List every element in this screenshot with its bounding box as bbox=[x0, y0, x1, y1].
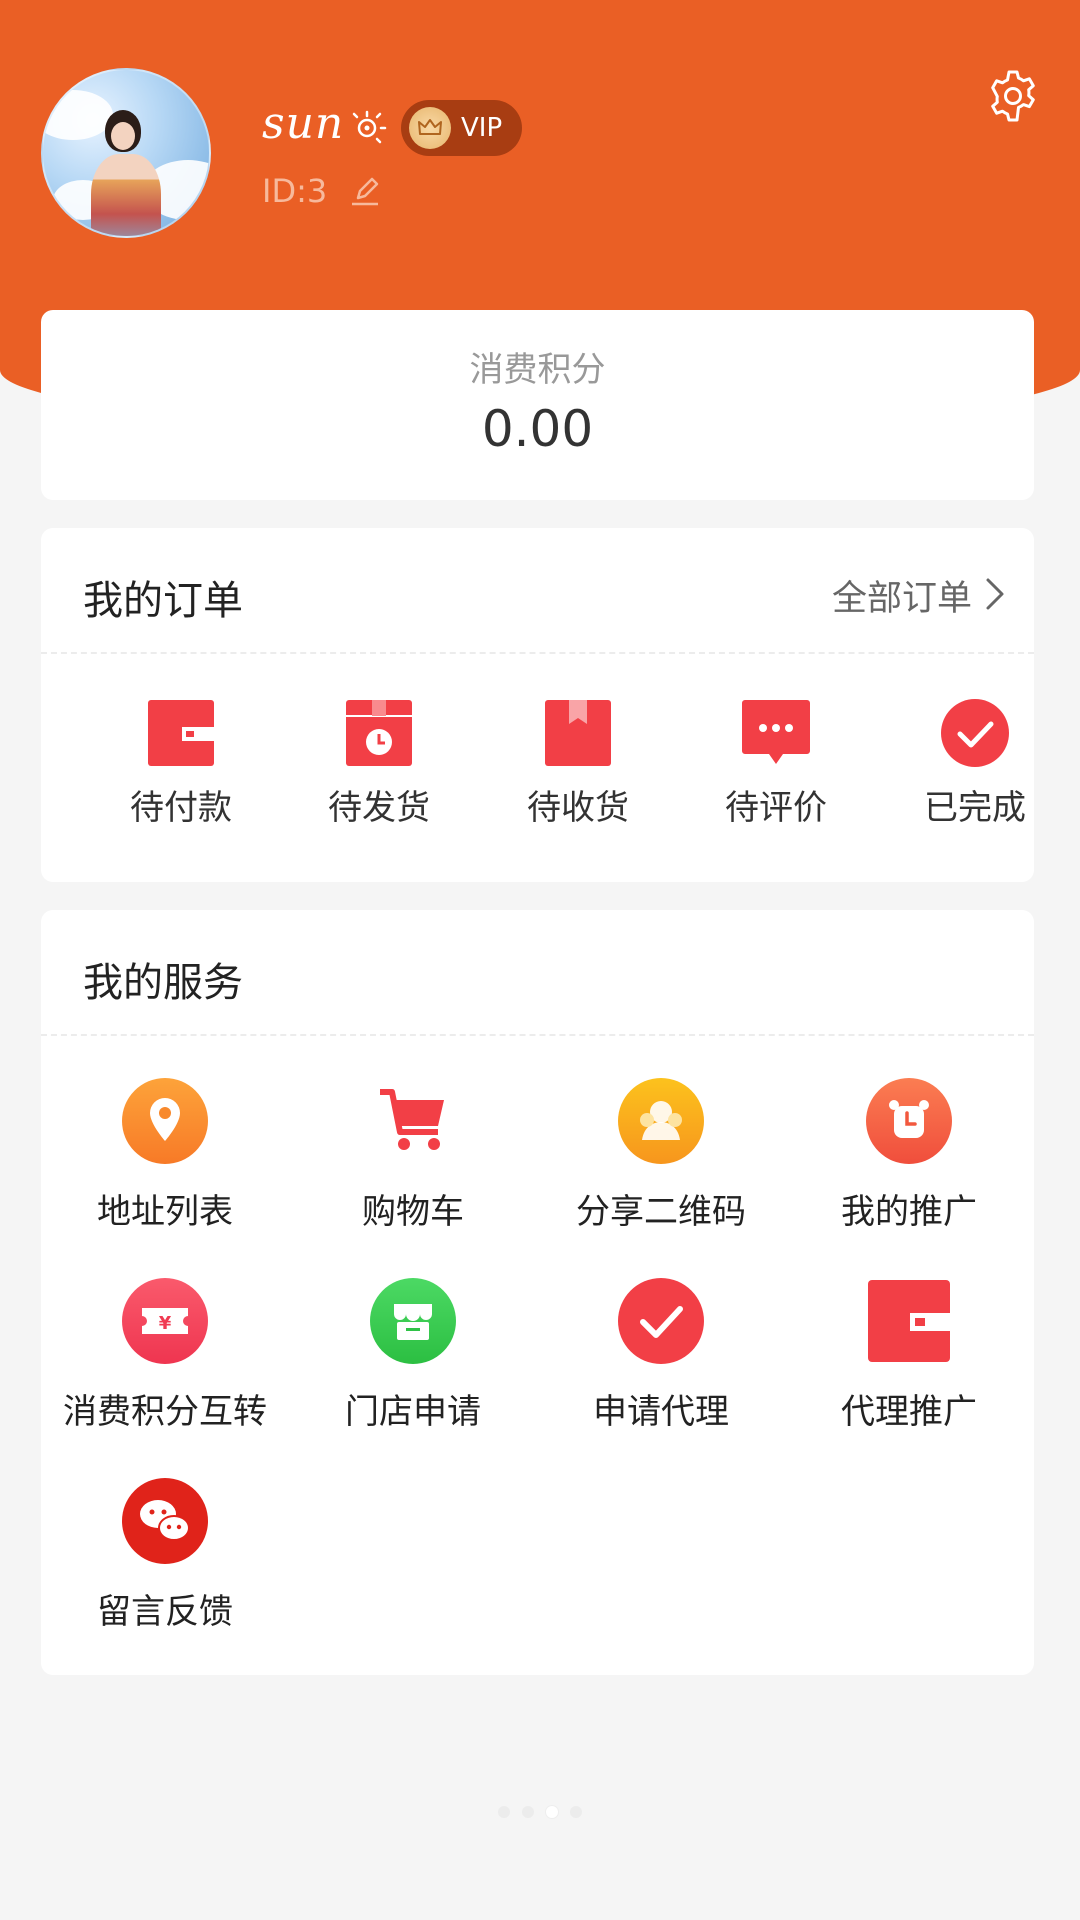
service-label: 门店申请 bbox=[345, 1392, 481, 1432]
service-points-transfer[interactable]: ¥ 消费积分互转 bbox=[41, 1278, 289, 1433]
page-indicator bbox=[0, 1806, 1080, 1818]
divider bbox=[41, 652, 1034, 654]
all-orders-link[interactable]: 全部订单 bbox=[832, 570, 972, 621]
yuan-ticket-icon: ¥ bbox=[122, 1278, 208, 1364]
crown-icon bbox=[409, 107, 451, 149]
orders-title: 我的订单 bbox=[83, 578, 243, 624]
page-dot bbox=[570, 1806, 582, 1818]
wallet-icon bbox=[148, 700, 214, 766]
service-agent-promotion[interactable]: 代理推广 bbox=[785, 1278, 1033, 1433]
order-item-unpaid[interactable]: 待付款 bbox=[101, 698, 261, 829]
service-label: 地址列表 bbox=[97, 1192, 233, 1232]
chevron-right-icon[interactable] bbox=[980, 576, 1008, 612]
points-card[interactable]: 消费积分 0.00 bbox=[41, 310, 1034, 500]
service-shopping-cart[interactable]: 购物车 bbox=[289, 1078, 537, 1233]
service-label: 分享二维码 bbox=[576, 1192, 746, 1232]
service-my-promotion[interactable]: 我的推广 bbox=[785, 1078, 1033, 1233]
edit-icon[interactable] bbox=[348, 174, 382, 208]
alarm-clock-icon bbox=[866, 1078, 952, 1164]
vip-label: VIP bbox=[461, 113, 503, 143]
location-pin-icon bbox=[122, 1078, 208, 1164]
shopping-cart-icon bbox=[380, 1089, 444, 1150]
chat-bubble-icon bbox=[742, 700, 810, 764]
username: sun bbox=[262, 98, 345, 149]
order-item-label: 已完成 bbox=[924, 788, 1026, 828]
avatar[interactable] bbox=[41, 68, 211, 238]
order-item-label: 待付款 bbox=[130, 788, 232, 828]
order-item-to-review[interactable]: 待评价 bbox=[696, 698, 856, 829]
package-icon bbox=[545, 700, 611, 766]
service-label: 我的推广 bbox=[841, 1192, 977, 1232]
page-dot-active bbox=[546, 1806, 558, 1818]
service-address-list[interactable]: 地址列表 bbox=[41, 1078, 289, 1233]
service-share-qrcode[interactable]: 分享二维码 bbox=[537, 1078, 785, 1233]
service-feedback[interactable]: 留言反馈 bbox=[41, 1478, 289, 1633]
services-title: 我的服务 bbox=[83, 960, 243, 1006]
box-clock-icon bbox=[346, 700, 412, 766]
service-label: 消费积分互转 bbox=[63, 1392, 267, 1432]
share-icon bbox=[618, 1078, 704, 1164]
service-label: 代理推广 bbox=[841, 1392, 977, 1432]
order-item-to-receive[interactable]: 待收货 bbox=[498, 698, 658, 829]
orders-card: 我的订单 全部订单 待付款 待发货 待收货 待评价 已完成 bbox=[41, 528, 1034, 882]
services-card: 我的服务 地址列表 购物车 分享二维码 我的推广 ¥ 消费积分互转 门店申请 申… bbox=[41, 910, 1034, 1675]
page-dot bbox=[498, 1806, 510, 1818]
wechat-icon bbox=[122, 1478, 208, 1564]
service-store-application[interactable]: 门店申请 bbox=[289, 1278, 537, 1433]
vip-badge: VIP bbox=[401, 100, 522, 156]
gear-icon[interactable] bbox=[985, 68, 1041, 124]
order-item-label: 待评价 bbox=[725, 788, 827, 828]
sun-icon bbox=[352, 110, 387, 144]
store-icon bbox=[370, 1278, 456, 1364]
divider bbox=[41, 1034, 1034, 1036]
points-label: 消费积分 bbox=[469, 350, 606, 390]
service-apply-agent[interactable]: 申请代理 bbox=[537, 1278, 785, 1433]
order-item-completed[interactable]: 已完成 bbox=[895, 698, 1055, 829]
svg-text:¥: ¥ bbox=[159, 1313, 172, 1334]
service-label: 购物车 bbox=[362, 1192, 464, 1232]
points-value: 0.00 bbox=[481, 400, 594, 458]
service-label: 留言反馈 bbox=[97, 1592, 233, 1632]
order-status-row: 待付款 待发货 待收货 待评价 已完成 bbox=[41, 698, 1034, 858]
check-circle-icon bbox=[618, 1278, 704, 1364]
order-item-to-ship[interactable]: 待发货 bbox=[299, 698, 459, 829]
check-circle-icon bbox=[941, 699, 1009, 767]
order-item-label: 待收货 bbox=[527, 788, 629, 828]
order-item-label: 待发货 bbox=[328, 788, 430, 828]
user-id: ID:3 bbox=[262, 172, 328, 210]
page-dot bbox=[522, 1806, 534, 1818]
service-label: 申请代理 bbox=[593, 1392, 729, 1432]
wallet-icon bbox=[868, 1280, 950, 1362]
